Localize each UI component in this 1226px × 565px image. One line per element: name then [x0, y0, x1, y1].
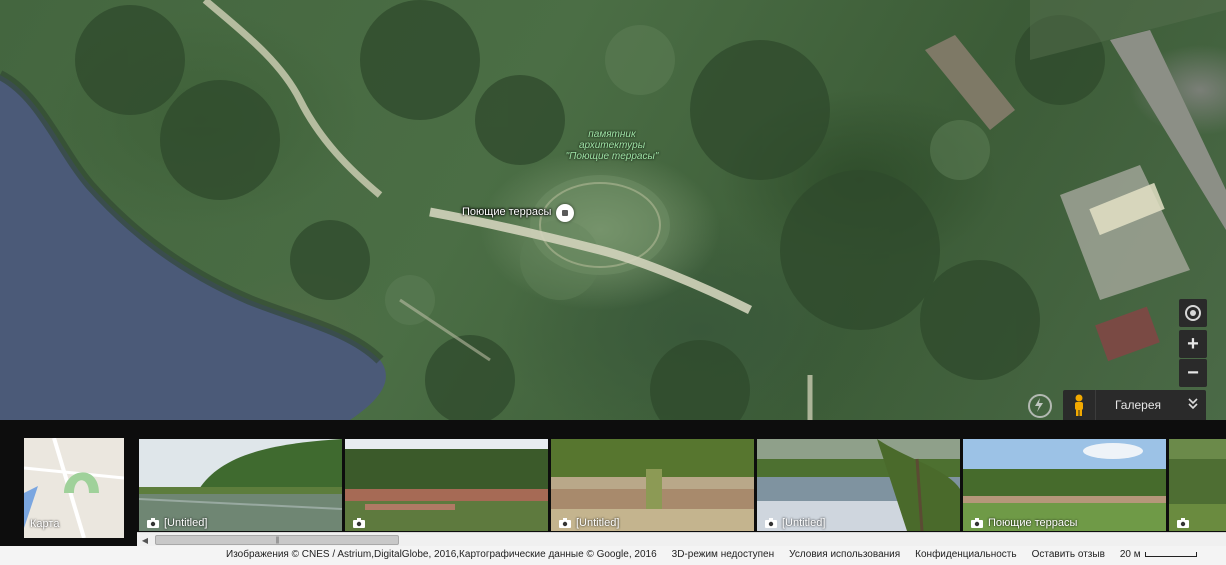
- photo-caption: [Untitled]: [757, 515, 960, 531]
- photo-thumbnail-1[interactable]: [Untitled]: [139, 439, 342, 531]
- photo-caption-text: [Untitled]: [782, 517, 826, 529]
- landmark-label[interactable]: памятник архитектуры "Поющие террасы": [560, 129, 664, 162]
- scale-label: 20 м: [1119, 549, 1141, 560]
- photo-caption-text: [Untitled]: [576, 517, 620, 529]
- terms-link[interactable]: Условия использования: [789, 549, 900, 560]
- camera-icon: [971, 518, 983, 528]
- map-footer: Изображения © CNES / Astrium,DigitalGlob…: [0, 546, 1226, 565]
- scale-control[interactable]: 20 м: [1120, 549, 1197, 560]
- place-label[interactable]: Поющие террасы: [462, 206, 551, 218]
- camera-icon: [559, 518, 571, 528]
- camera-icon: [1177, 518, 1189, 528]
- photo-strip-scrollbar[interactable]: ◀ |||: [137, 532, 1226, 547]
- zoom-out-button[interactable]: −: [1179, 359, 1207, 387]
- satellite-imagery: [0, 0, 1226, 420]
- my-location-button[interactable]: [1179, 299, 1207, 327]
- privacy-link[interactable]: Конфиденциальность: [915, 549, 1016, 560]
- map-thumbnail[interactable]: Карта: [24, 438, 124, 538]
- mode-3d-status: 3D-режим недоступен: [671, 549, 775, 560]
- photo-caption: Поющие террасы: [963, 515, 1166, 531]
- locate-icon: [1185, 305, 1201, 321]
- camera-icon: [147, 518, 159, 528]
- feedback-link[interactable]: Оставить отзыв: [1032, 549, 1105, 560]
- camera-icon: [353, 518, 365, 528]
- zoom-in-button[interactable]: +: [1179, 330, 1207, 358]
- lightning-icon[interactable]: [1028, 394, 1052, 418]
- scrollbar-thumb[interactable]: |||: [155, 535, 399, 545]
- photo-caption: [Untitled]: [139, 515, 342, 531]
- satellite-map[interactable]: памятник архитектуры "Поющие террасы" По…: [0, 0, 1226, 420]
- photo-caption-text: [Untitled]: [164, 517, 208, 529]
- place-marker-icon[interactable]: [556, 204, 574, 222]
- scroll-left-arrow-icon[interactable]: ◀: [137, 533, 153, 547]
- gallery-toggle[interactable]: Галерея: [1063, 390, 1206, 420]
- photo-thumbnail-4[interactable]: [Untitled]: [757, 439, 960, 531]
- photo-thumbnail-2[interactable]: [345, 439, 548, 531]
- photo-thumbnail-6[interactable]: [1169, 439, 1226, 531]
- photo-caption: [Untitled]: [551, 515, 754, 531]
- photo-thumbnail-3[interactable]: [Untitled]: [551, 439, 754, 531]
- chevron-double-down-icon[interactable]: [1180, 397, 1206, 413]
- pegman-icon[interactable]: [1063, 390, 1096, 420]
- scale-bar: [1144, 552, 1197, 557]
- camera-icon: [765, 518, 777, 528]
- imagery-attribution: Изображения © CNES / Astrium,DigitalGlob…: [226, 549, 657, 560]
- photo-caption-text: Поющие террасы: [988, 517, 1078, 529]
- photo-thumbnail-5[interactable]: Поющие террасы: [963, 439, 1166, 531]
- photo-strip: Карта [Untitled] [Untitled] [Untitled] П…: [0, 420, 1226, 546]
- photo-caption: [1169, 515, 1226, 531]
- map-thumbnail-label: Карта: [30, 518, 60, 530]
- gallery-label: Галерея: [1114, 398, 1162, 412]
- photo-caption: [345, 515, 548, 531]
